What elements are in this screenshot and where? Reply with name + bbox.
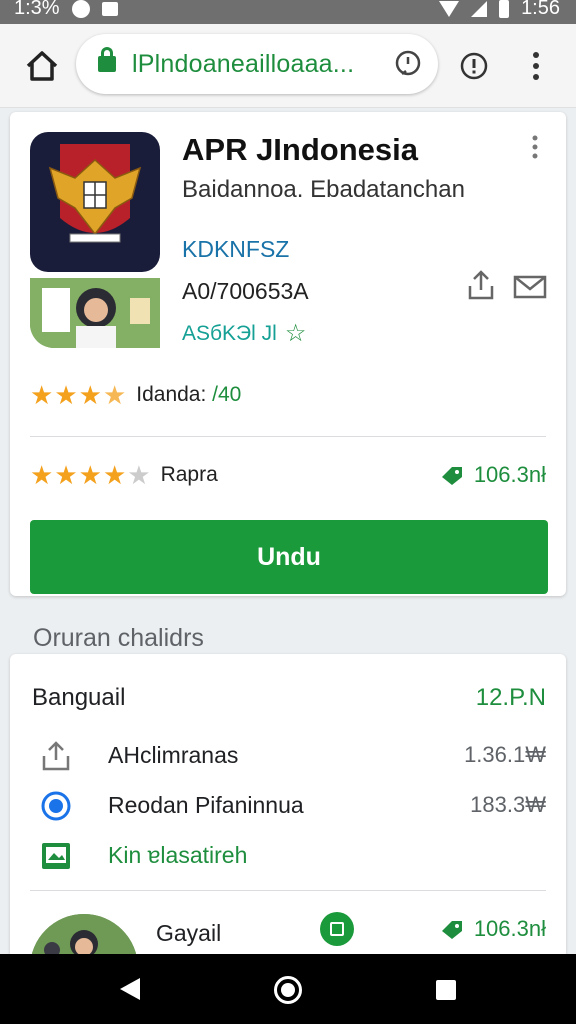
list-item-amount: 183.3₩ xyxy=(470,792,546,817)
notification-icon xyxy=(101,1,118,16)
list-item-label: Kin ɐlasatireh xyxy=(108,842,248,868)
app-size: 106.3nł xyxy=(473,462,546,487)
more-vert-icon[interactable] xyxy=(528,134,542,160)
wifi-icon xyxy=(439,0,460,17)
media-icon xyxy=(71,0,90,18)
star-icon: ★ xyxy=(54,380,78,410)
recent-apps-icon[interactable] xyxy=(436,980,456,1000)
rating-value: /40 xyxy=(212,383,242,406)
status-icon[interactable] xyxy=(394,50,422,78)
garuda-emblem-icon xyxy=(48,144,142,243)
url-text[interactable]: lPlndoaneailloaaa... xyxy=(132,50,354,79)
info-icon[interactable] xyxy=(459,51,489,81)
list-time: 12.P.N xyxy=(475,684,546,711)
rating-label: Idanda: /40 xyxy=(136,383,241,407)
star-icon: ★ xyxy=(102,460,127,490)
record-button[interactable] xyxy=(320,912,354,946)
list-title: Banguail xyxy=(32,684,126,711)
size-badge: 106.3nł xyxy=(440,462,546,488)
star-icon: ★ xyxy=(30,460,54,490)
star-half-icon: ★ xyxy=(102,380,127,410)
rating-row: ★ ★ ★ ★ Idanda: /40 xyxy=(30,382,241,408)
person-photo-icon xyxy=(30,278,160,348)
list-item-amount: 1.36.1₩ xyxy=(464,742,546,767)
app-screenshot-image[interactable] xyxy=(30,278,160,348)
list-item[interactable]: Kin ɐlasatireh xyxy=(32,836,546,876)
app-title: APR JIndonesia xyxy=(182,132,418,167)
app-icon[interactable] xyxy=(30,132,160,272)
battery-icon xyxy=(499,0,510,18)
star-outline-icon[interactable]: ☆ xyxy=(285,319,307,348)
list-item[interactable]: AHclimranas 1.36.1₩ xyxy=(32,736,546,776)
more-vert-icon[interactable] xyxy=(524,49,548,83)
bottom-size: 106.3nł xyxy=(473,916,546,941)
divider xyxy=(30,436,546,437)
star-icon: ★ xyxy=(30,380,54,410)
rating2-label: Rapra xyxy=(160,463,218,486)
details-card: Banguail 12.P.N AHclimranas 1.36.1₩ Reod… xyxy=(10,654,566,974)
url-bar[interactable]: lPlndoaneailloaaa... xyxy=(76,34,438,94)
rating-label-text: Idanda: xyxy=(136,383,207,406)
browser-toolbar: lPlndoaneailloaaa... xyxy=(0,24,576,108)
back-icon[interactable] xyxy=(120,978,140,1000)
star-icon: ★ xyxy=(78,380,102,410)
status-bar: 1:3% 1:56 xyxy=(0,0,576,24)
radio-icon xyxy=(41,791,71,821)
rating-stars-2: ★ ★ ★ ★ ★ xyxy=(30,462,151,488)
install-button[interactable]: Undu xyxy=(30,520,548,594)
image-icon xyxy=(42,843,70,869)
section-heading: Oruran chalidrs xyxy=(33,624,204,652)
list-item[interactable]: Reodan Pifaninnua 183.3₩ xyxy=(32,786,546,826)
rating-stars: ★ ★ ★ ★ xyxy=(30,382,126,408)
share-icon[interactable] xyxy=(466,268,496,302)
developer-name[interactable]: Baidannoa. Ebadatanchan xyxy=(182,176,465,204)
tag-icon xyxy=(441,921,462,939)
size-badge: 106.3nł xyxy=(440,916,546,942)
status-time-left: 1:3% xyxy=(14,0,60,19)
star-icon: ★ xyxy=(54,460,78,490)
list-item-label: Reodan Pifaninnua xyxy=(108,792,304,818)
list-item-label: AHclimranas xyxy=(108,742,239,768)
share-icon xyxy=(42,741,70,771)
home-circle-icon[interactable] xyxy=(274,976,302,1004)
star-empty-icon: ★ xyxy=(127,460,151,490)
version-text: A0/700653A xyxy=(182,278,309,304)
signal-icon xyxy=(471,0,488,17)
navigation-bar xyxy=(0,954,576,1024)
home-icon[interactable] xyxy=(22,46,62,86)
tags-text: ASбKЭl Jl xyxy=(182,321,277,345)
tag-icon xyxy=(441,467,462,485)
rating-row-2: ★ ★ ★ ★ ★ Rapra xyxy=(30,462,218,488)
star-icon: ★ xyxy=(78,460,102,490)
tags-row: ASбKЭl Jl ☆ xyxy=(182,319,306,348)
category-link[interactable]: KDKNFSZ xyxy=(182,236,289,263)
mail-icon[interactable] xyxy=(512,272,548,300)
status-time-right: 1:56 xyxy=(521,0,560,19)
lock-icon xyxy=(98,47,116,72)
app-card: APR JIndonesia Baidannoa. Ebadatanchan K… xyxy=(10,112,566,596)
bottom-name: Gayail xyxy=(156,920,222,946)
